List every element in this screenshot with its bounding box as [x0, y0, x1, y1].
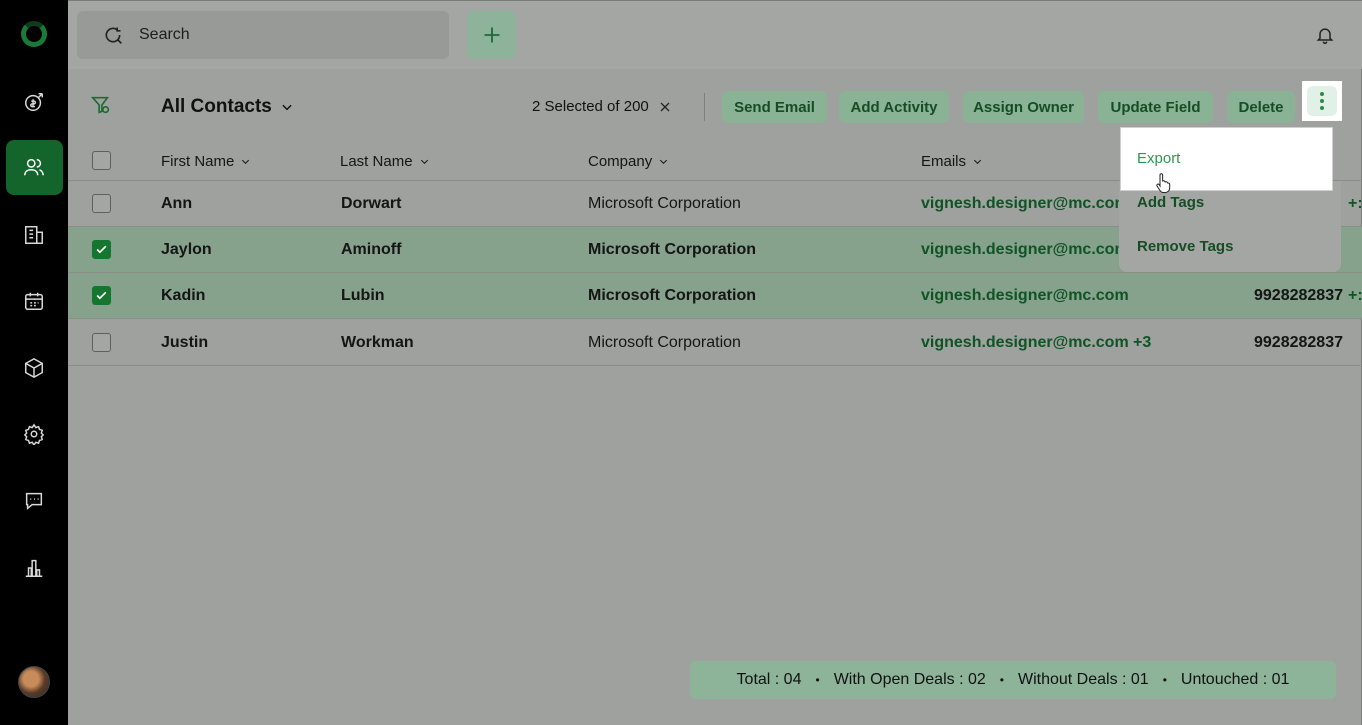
chevron-down-icon	[282, 104, 292, 111]
update-field-button[interactable]: Update Field	[1098, 91, 1213, 123]
column-first-name[interactable]: First Name	[161, 153, 251, 170]
hand-pointer-cursor-icon	[1156, 173, 1171, 193]
last-name-cell: Workman	[341, 334, 414, 351]
first-name-cell: Kadin	[161, 287, 206, 304]
row-checkbox[interactable]	[92, 240, 111, 259]
last-name-cell: Dorwart	[341, 195, 402, 212]
column-label: First Name	[161, 153, 235, 170]
chevron-down-icon	[973, 159, 982, 165]
email-link[interactable]: vignesh.designer@mc.con	[921, 195, 1124, 213]
search-icon	[105, 27, 122, 44]
check-icon	[96, 291, 107, 300]
table-row[interactable]: Justin Workman Microsoft Corporation vig…	[68, 320, 1362, 366]
selection-count: 2 Selected of 200	[532, 98, 671, 115]
more-vertical-icon	[1307, 86, 1337, 116]
first-name-cell: Ann	[161, 195, 193, 212]
summary-untouched: Untouched : 01	[1180, 671, 1290, 688]
clear-selection-close-icon[interactable]	[659, 101, 671, 113]
summary-open-deals: With Open Deals : 02	[833, 671, 986, 688]
companies-icon[interactable]	[22, 223, 46, 247]
email-extra-count[interactable]: +3	[1133, 334, 1151, 352]
calendar-icon[interactable]	[22, 289, 46, 313]
email-link[interactable]: vignesh.designer@mc.com	[921, 287, 1129, 305]
summary-without-deals: Without Deals : 01	[1017, 671, 1149, 688]
company-cell: Microsoft Corporation	[588, 195, 741, 212]
select-all-checkbox[interactable]	[92, 151, 111, 170]
add-button[interactable]	[467, 11, 516, 59]
user-avatar[interactable]	[18, 666, 50, 698]
chat-icon[interactable]	[22, 489, 46, 513]
chevron-down-icon	[660, 159, 668, 165]
row-checkbox[interactable]	[92, 286, 111, 305]
company-cell: Microsoft Corporation	[588, 334, 741, 351]
delete-button[interactable]: Delete	[1227, 91, 1295, 123]
separator: •	[999, 673, 1004, 687]
company-cell: Microsoft Corporation	[588, 287, 756, 304]
email-link[interactable]: vignesh.designer@mc.com	[921, 241, 1129, 259]
contacts-icon[interactable]	[22, 155, 46, 179]
filter-icon[interactable]	[90, 93, 112, 117]
first-name-cell: Jaylon	[161, 241, 212, 258]
menu-item-add-tags[interactable]: Add Tags	[1137, 194, 1204, 211]
chevron-down-icon	[420, 159, 428, 165]
plus-icon	[484, 27, 499, 43]
sidebar	[0, 0, 68, 725]
reports-chart-icon[interactable]	[22, 556, 46, 580]
contacts-summary-bar: Total : 04 • With Open Deals : 02 • With…	[690, 661, 1336, 699]
first-name-cell: Justin	[161, 334, 209, 351]
search-input[interactable]: Search	[77, 11, 449, 59]
phone-cell: 9928282837	[1254, 287, 1343, 304]
email-extra-count[interactable]: +:	[1348, 195, 1362, 213]
column-label: Company	[588, 153, 653, 170]
chevron-down-icon	[242, 159, 250, 165]
last-name-cell: Aminoff	[341, 241, 402, 258]
menu-item-export-label: Export	[1137, 150, 1181, 167]
products-box-icon[interactable]	[22, 356, 46, 380]
column-label: Last Name	[340, 153, 413, 170]
phone-extra-count[interactable]: +:	[1348, 287, 1362, 305]
assign-owner-button[interactable]: Assign Owner	[963, 91, 1084, 123]
view-selector[interactable]: All Contacts	[161, 96, 294, 118]
check-icon	[96, 245, 107, 254]
send-email-button[interactable]: Send Email	[722, 91, 827, 123]
last-name-cell: Lubin	[341, 287, 385, 304]
table-row[interactable]: Kadin Lubin Microsoft Corporation vignes…	[68, 273, 1362, 319]
add-activity-button[interactable]: Add Activity	[839, 91, 949, 123]
settings-gear-icon[interactable]	[22, 422, 46, 446]
company-cell: Microsoft Corporation	[588, 241, 756, 258]
column-label: Emails	[921, 153, 967, 170]
separator: •	[815, 673, 820, 687]
page-title: All Contacts	[161, 96, 272, 117]
phone-cell: 9928282837	[1254, 334, 1343, 351]
deals-icon[interactable]	[22, 90, 46, 114]
notification-bell-icon[interactable]	[1315, 25, 1335, 45]
column-last-name[interactable]: Last Name	[340, 153, 430, 170]
row-checkbox[interactable]	[92, 333, 111, 352]
menu-item-export[interactable]: Export	[1121, 128, 1332, 190]
more-options-button[interactable]	[1302, 81, 1342, 121]
divider	[704, 93, 705, 121]
row-checkbox[interactable]	[92, 194, 111, 213]
summary-total: Total : 04	[736, 671, 802, 688]
top-bar: Search	[68, 1, 1362, 69]
column-emails[interactable]: Emails	[921, 153, 983, 170]
separator: •	[1162, 673, 1167, 687]
selection-text: 2 Selected of 200	[532, 98, 649, 115]
email-link[interactable]: vignesh.designer@mc.com	[921, 334, 1129, 352]
menu-item-remove-tags[interactable]: Remove Tags	[1137, 238, 1233, 255]
main-content: Search All Contacts 2 Selected of 200 Se…	[68, 0, 1362, 725]
column-company[interactable]: Company	[588, 153, 669, 170]
search-placeholder: Search	[139, 26, 190, 43]
app-logo[interactable]	[21, 21, 47, 47]
